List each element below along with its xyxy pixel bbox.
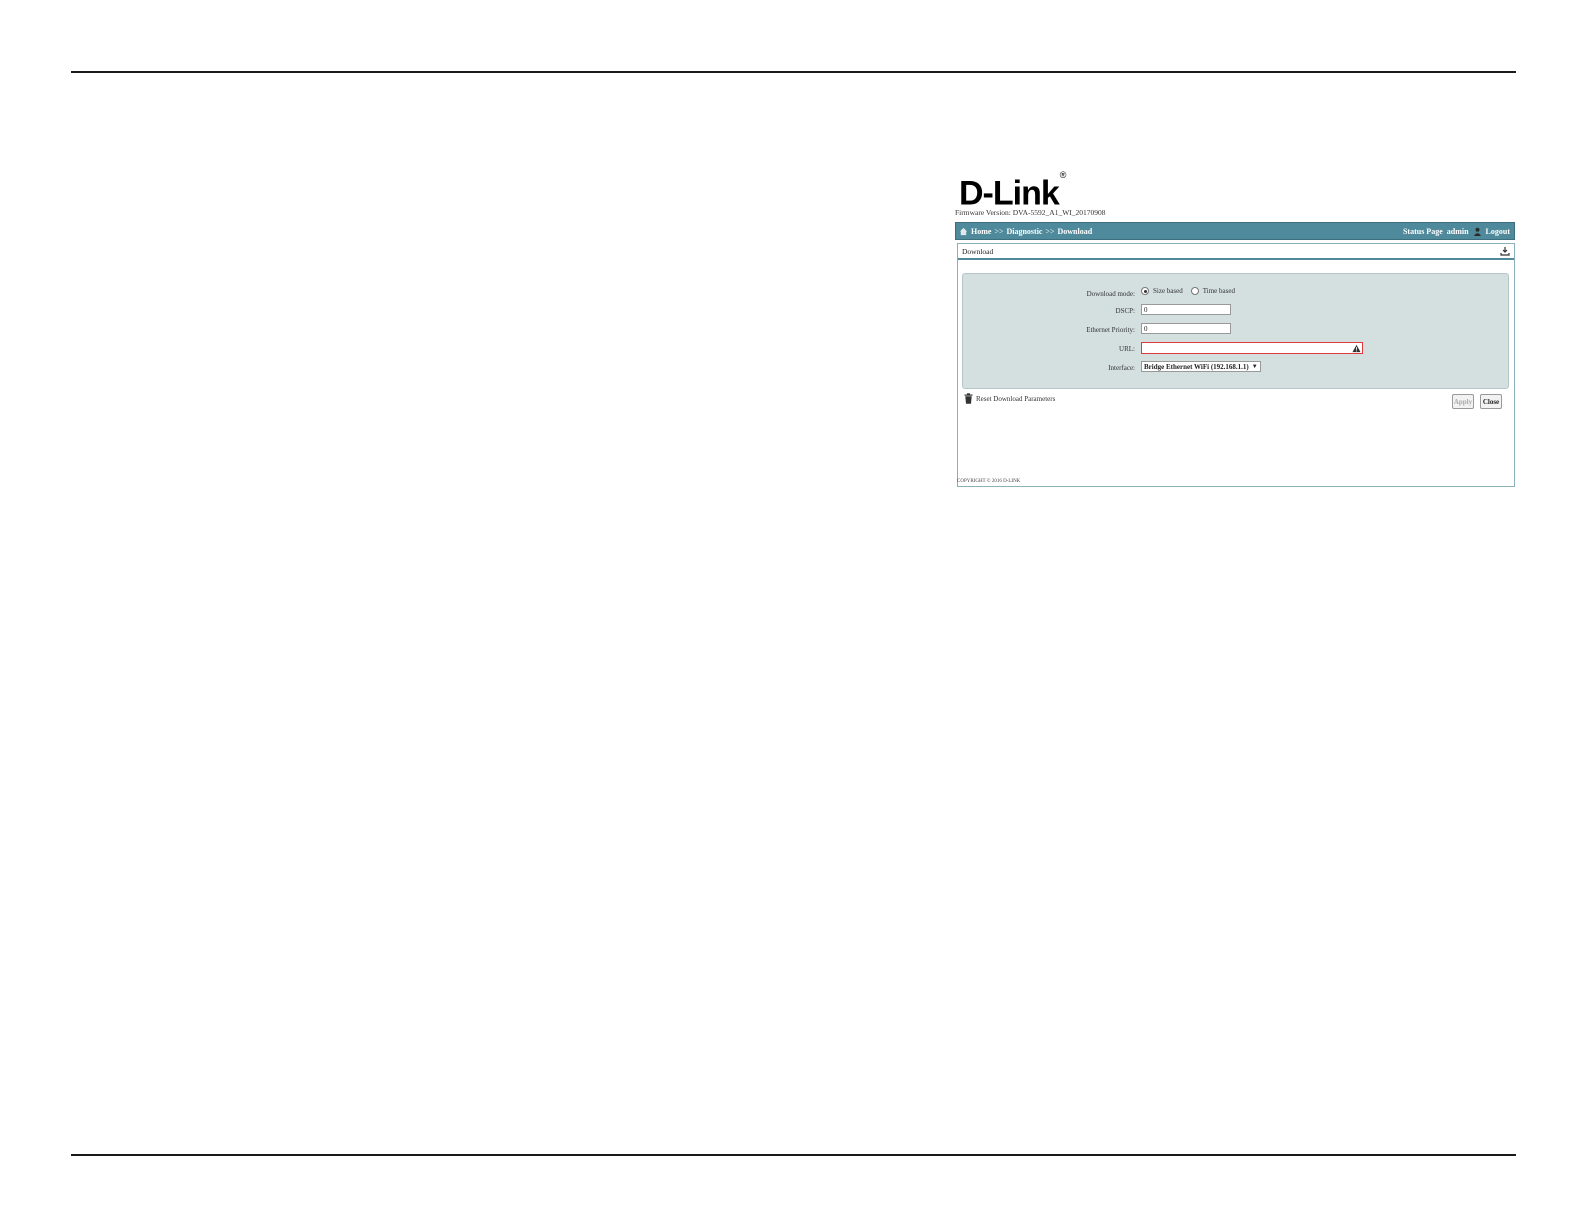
panel-title: Download: [962, 246, 994, 256]
size-based-radio[interactable]: [1141, 287, 1149, 295]
top-nav-bar: Home >> Diagnostic >> Download Status Pa…: [955, 222, 1515, 240]
download-form: Download mode: Size based Time based DSC…: [962, 273, 1509, 389]
reset-download-parameters[interactable]: Reset Download Parameters: [964, 393, 1055, 404]
breadcrumb: Home >> Diagnostic >> Download: [956, 227, 1092, 236]
interface-select[interactable]: Bridge Ethernet WiFi (192.168.1.1) ▼: [1141, 361, 1261, 372]
ethernet-priority-label: Ethernet Priority:: [1086, 326, 1135, 334]
page-bottom-rule: [71, 1154, 1516, 1156]
breadcrumb-separator: >>: [994, 226, 1004, 236]
download-panel: Download Download mode: Size based Time …: [957, 243, 1515, 487]
status-page-link[interactable]: Status Page: [1403, 227, 1443, 236]
breadcrumb-home[interactable]: Home: [971, 227, 991, 236]
page-top-rule: [71, 71, 1516, 73]
breadcrumb-diagnostic[interactable]: Diagnostic: [1006, 227, 1042, 236]
breadcrumb-download: Download: [1057, 226, 1093, 236]
size-based-label[interactable]: Size based: [1153, 287, 1183, 295]
logout-link[interactable]: Logout: [1486, 227, 1510, 236]
url-row: URL:: [963, 342, 1508, 356]
dlink-logo: D-Link®: [959, 170, 1066, 213]
home-icon[interactable]: [959, 227, 968, 236]
ethernet-priority-row: Ethernet Priority: 0: [963, 323, 1508, 337]
reset-label[interactable]: Reset Download Parameters: [976, 395, 1055, 403]
chevron-down-icon: ▼: [1251, 363, 1258, 370]
dscp-label: DSCP:: [1115, 307, 1135, 315]
warning-icon: [1352, 344, 1361, 353]
current-user: admin: [1446, 226, 1469, 236]
download-mode-row: Download mode: Size based Time based: [963, 287, 1508, 301]
download-mode-label: Download mode:: [1086, 290, 1135, 298]
url-input[interactable]: [1141, 342, 1363, 354]
panel-header: Download: [958, 244, 1514, 260]
trash-icon[interactable]: [964, 393, 973, 404]
router-ui-screenshot: D-Link® Firmware Version: DVA-5592_A1_WI…: [955, 170, 1515, 502]
time-based-label[interactable]: Time based: [1203, 287, 1235, 295]
dscp-input[interactable]: 0: [1141, 304, 1231, 315]
dscp-row: DSCP: 0: [963, 304, 1508, 318]
breadcrumb-separator: >>: [1045, 226, 1055, 236]
firmware-version: Firmware Version: DVA-5592_A1_WI_2017090…: [955, 208, 1106, 217]
time-based-radio[interactable]: [1190, 287, 1199, 295]
copyright: COPYRIGHT © 2016 D-LINK: [957, 479, 1021, 484]
user-icon: [1473, 227, 1481, 236]
close-button[interactable]: Close: [1480, 394, 1502, 409]
download-icon: [1500, 247, 1510, 256]
interface-row: Interface: Bridge Ethernet WiFi (192.168…: [963, 361, 1508, 375]
ethernet-priority-input[interactable]: 0: [1141, 323, 1231, 334]
top-nav-right: Status Page admin Logout: [1403, 227, 1514, 236]
apply-button[interactable]: Apply: [1452, 394, 1474, 409]
interface-label: Interface:: [1108, 364, 1135, 372]
url-label: URL:: [1119, 345, 1135, 353]
